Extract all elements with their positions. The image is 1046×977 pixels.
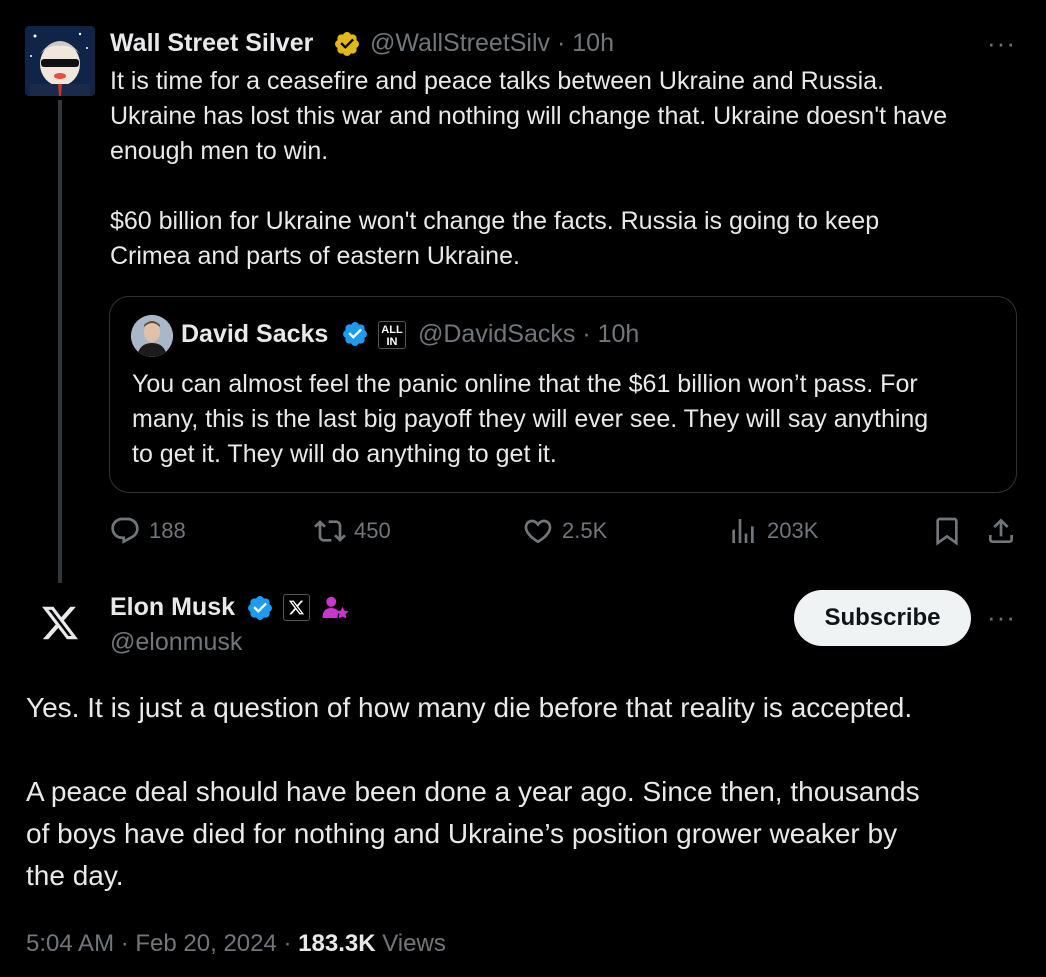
subscribe-button[interactable]: Subscribe <box>794 590 971 646</box>
avatar-elonmusk[interactable] <box>25 588 95 658</box>
post-text-line: Crimea and parts of eastern Ukraine. <box>110 242 520 270</box>
verified-blue-icon <box>246 594 274 627</box>
post-time[interactable]: · 10h <box>557 29 614 57</box>
quote-text-line: many, this is the last big payoff they w… <box>132 405 929 433</box>
post-text-line: enough men to win. <box>110 137 329 165</box>
subscriber-icon <box>320 593 350 628</box>
reply-count: 188 <box>149 518 186 543</box>
repost-icon <box>314 520 346 542</box>
verified-blue-icon <box>341 320 369 353</box>
like-button[interactable]: 2.5K <box>522 515 607 547</box>
more-icon[interactable]: ··· <box>987 28 1016 59</box>
main-text-line: the day. <box>26 860 124 891</box>
views-label: Views <box>382 930 446 957</box>
author-handle[interactable]: @WallStreetSilv <box>370 29 550 57</box>
like-icon <box>524 519 552 544</box>
post-time[interactable]: 5:04 AM <box>26 930 114 957</box>
repost-button[interactable]: 450 <box>314 515 391 547</box>
post-text-line: $60 billion for Ukraine won't change the… <box>110 207 880 235</box>
avatar-wallstreetsilver[interactable] <box>25 26 95 96</box>
avatar-davidsacks[interactable] <box>131 315 173 357</box>
x-logo-icon <box>42 606 79 640</box>
repost-count: 450 <box>354 518 391 543</box>
reply-icon <box>111 517 139 544</box>
more-icon[interactable]: ··· <box>987 602 1016 633</box>
main-text-line: A peace deal should have been done a yea… <box>26 776 920 807</box>
quote-post-time[interactable]: · 10h <box>582 320 639 348</box>
reply-button[interactable]: 188 <box>109 515 186 547</box>
quote-text-line: You can almost feel the panic online tha… <box>132 370 918 398</box>
main-author-handle[interactable]: @elonmusk <box>110 628 242 657</box>
quote-author-name[interactable]: David Sacks <box>181 320 328 349</box>
thread-line <box>58 100 62 583</box>
views-count: 203K <box>767 518 819 543</box>
affiliate-badge: ALL IN <box>378 321 406 349</box>
main-text-line: Yes. It is just a question of how many d… <box>26 692 913 723</box>
post-date[interactable]: · Feb 20, 2024 · <box>121 930 292 957</box>
share-icon <box>989 518 1013 543</box>
main-text-line: of boys have died for nothing and Ukrain… <box>26 818 898 849</box>
views-button[interactable]: 203K <box>727 515 818 547</box>
quote-author-handle[interactable]: @DavidSacks <box>418 320 575 348</box>
views-count: 183.3K <box>298 930 376 957</box>
main-author-name[interactable]: Elon Musk <box>110 593 235 622</box>
post-text-line: It is time for a ceasefire and peace tal… <box>110 67 885 95</box>
verified-gold-icon <box>333 30 361 63</box>
bookmark-icon <box>936 517 958 546</box>
share-button[interactable] <box>985 515 1017 552</box>
views-icon <box>732 519 754 543</box>
bookmark-button[interactable] <box>931 515 963 552</box>
quote-text-line: to get it. They will do anything to get … <box>132 440 557 468</box>
author-name[interactable]: Wall Street Silver <box>110 29 313 58</box>
like-count: 2.5K <box>562 518 608 543</box>
post-text-line: Ukraine has lost this war and nothing wi… <box>110 102 948 130</box>
x-affiliate-badge <box>283 594 310 621</box>
